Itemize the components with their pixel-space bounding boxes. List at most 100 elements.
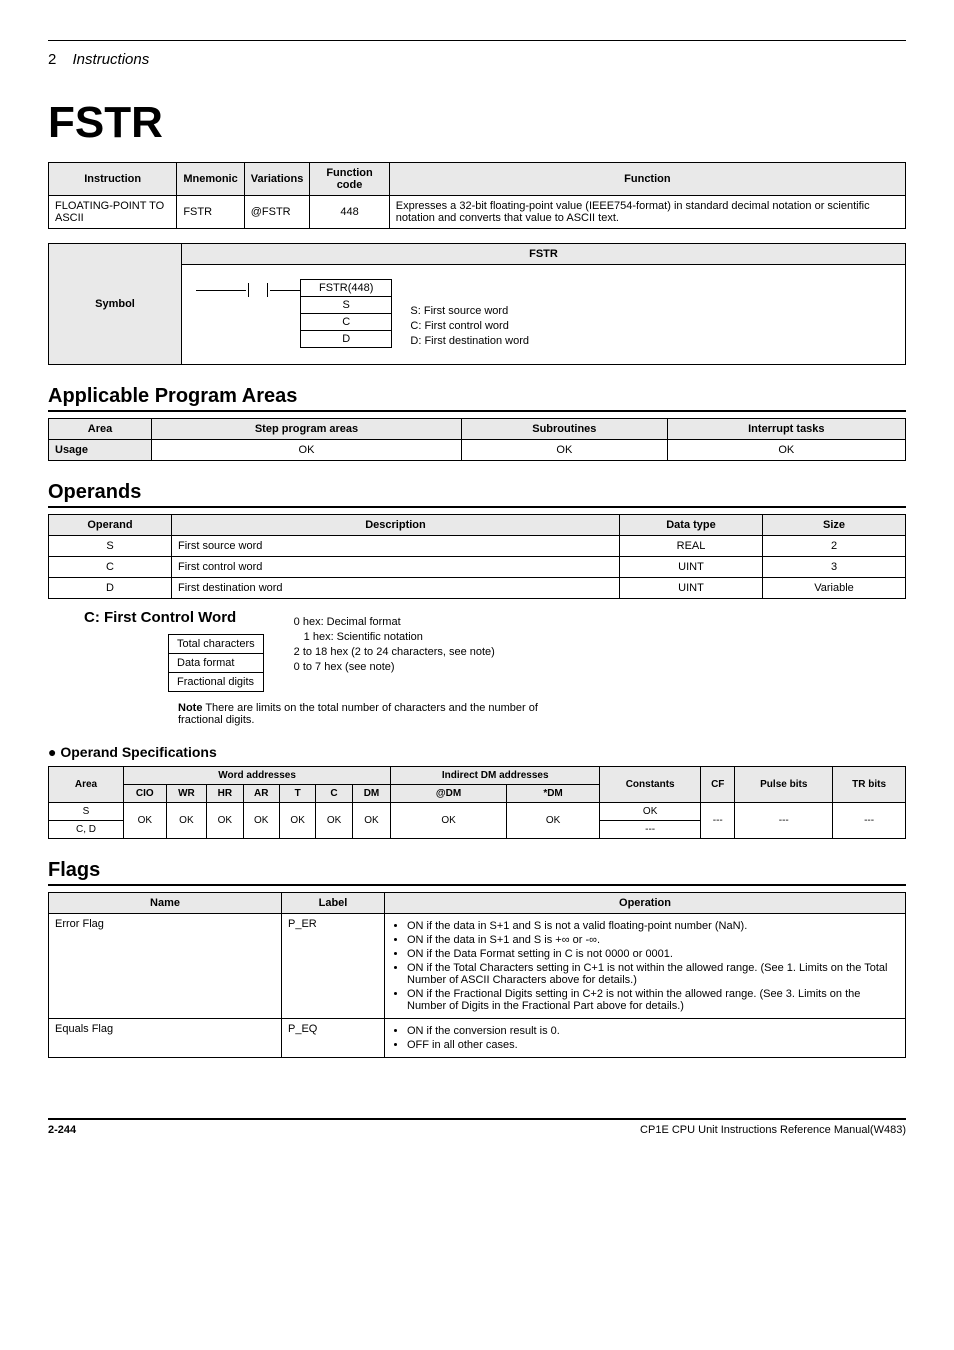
cell: OK (506, 803, 599, 839)
cell: --- (735, 803, 833, 839)
th-variations: Variations (244, 163, 310, 196)
ctrl-field: Fractional digits (169, 673, 263, 691)
cell: --- (701, 803, 735, 839)
cell: OK (207, 803, 243, 839)
table-row: S OK OK OK OK OK OK OK OK OK OK --- --- … (49, 803, 906, 821)
flag-ops: ON if the conversion result is 0. OFF in… (385, 1019, 906, 1058)
th-label: Label (282, 893, 385, 914)
cell: First source word (172, 536, 620, 557)
th-function: Function (389, 163, 905, 196)
ctrl-fields: Total characters Data format Fractional … (168, 634, 264, 692)
table-row: S First source word REAL 2 (49, 536, 906, 557)
section-flags: Flags (48, 859, 906, 886)
cell: C (49, 557, 172, 578)
th-function-code: Function code (310, 163, 389, 196)
table-row: C First control word UINT 3 (49, 557, 906, 578)
cell: UINT (620, 557, 763, 578)
chapter-title: Instructions (73, 51, 150, 68)
op-item: ON if the data in S+1 and S is not a val… (407, 920, 899, 932)
cell: OK (166, 803, 207, 839)
note-label: Note (178, 702, 202, 714)
table-row: FLOATING-POINT TO ASCII FSTR @FSTR 448 E… (49, 196, 906, 229)
flag-name: Error Flag (49, 914, 282, 1019)
cell: OK (279, 803, 315, 839)
cell: REAL (620, 536, 763, 557)
th-tr: TR bits (833, 767, 906, 803)
label-c: C: First control word (410, 320, 529, 332)
op-item: ON if the conversion result is 0. (407, 1025, 899, 1037)
cell: First control word (172, 557, 620, 578)
flag-ops: ON if the data in S+1 and S is not a val… (385, 914, 906, 1019)
ctrl-value: 0 hex: Decimal format (294, 616, 495, 628)
cell: OK (316, 803, 352, 839)
th-desc: Description (172, 515, 620, 536)
summary-table: Instruction Mnemonic Variations Function… (48, 162, 906, 229)
box-row: FSTR(448) (301, 280, 391, 296)
ctrl-value: 1 hex: Scientific notation (304, 631, 495, 643)
th-name: Name (49, 893, 282, 914)
operands-table: Operand Description Data type Size S Fir… (48, 514, 906, 599)
label-s: S: First source word (410, 305, 529, 317)
ctrl-field: Data format (169, 654, 263, 673)
th-sub: C (316, 785, 352, 803)
opspec-title: Operand Specifications (48, 744, 906, 760)
page-footer: 2-244 CP1E CPU Unit Instructions Referen… (48, 1118, 906, 1136)
op-item: ON if the Fractional Digits setting in C… (407, 988, 899, 1012)
th-sub: @DM (391, 785, 507, 803)
label-d: D: First destination word (410, 335, 529, 347)
ctrl-value: 2 to 18 hex (2 to 24 characters, see not… (294, 646, 495, 658)
chapter-number: 2 (48, 51, 56, 68)
box-row: D (301, 330, 391, 347)
cell: OK (352, 803, 390, 839)
flag-name: Equals Flag (49, 1019, 282, 1058)
section-operands: Operands (48, 481, 906, 508)
cell-function: Expresses a 32-bit floating-point value … (389, 196, 905, 229)
th-sub: WR (166, 785, 207, 803)
th-sub: HR (207, 785, 243, 803)
th-type: Data type (620, 515, 763, 536)
flags-table: Name Label Operation Error Flag P_ER ON … (48, 892, 906, 1058)
cell-code: 448 (310, 196, 389, 229)
op-item: ON if the data in S+1 and S is +∞ or -∞. (407, 934, 899, 946)
symbol-table: Symbol FSTR FSTR(448) S C D S: Fir (48, 243, 906, 365)
ctrl-value: 0 to 7 hex (see note) (294, 661, 495, 673)
th-operand: Operand (49, 515, 172, 536)
ctrl-note: Note There are limits on the total numbe… (178, 702, 558, 726)
th-size: Size (763, 515, 906, 536)
th-cf: CF (701, 767, 735, 803)
cell: OK (243, 803, 279, 839)
cell: OK (152, 440, 462, 461)
symbol-diagram: FSTR(448) S C D S: First source word C: … (182, 265, 906, 365)
cell-instruction: FLOATING-POINT TO ASCII (49, 196, 177, 229)
th-step: Step program areas (152, 419, 462, 440)
th-sub: Subroutines (462, 419, 668, 440)
table-row: Usage OK OK OK (49, 440, 906, 461)
cell: OK (462, 440, 668, 461)
cell: OK (600, 803, 701, 821)
cell: OK (391, 803, 507, 839)
note-text: There are limits on the total number of … (178, 702, 538, 726)
table-row: Error Flag P_ER ON if the data in S+1 an… (49, 914, 906, 1019)
cell-variations: @FSTR (244, 196, 310, 229)
th-pb: Pulse bits (735, 767, 833, 803)
cell: S (49, 803, 124, 821)
flag-label: P_ER (282, 914, 385, 1019)
cell: OK (124, 803, 167, 839)
cell: --- (833, 803, 906, 839)
symbol-title: FSTR (182, 244, 906, 265)
ctrl-field: Total characters (169, 635, 263, 654)
th-sub: AR (243, 785, 279, 803)
cell: OK (667, 440, 905, 461)
cell: D (49, 578, 172, 599)
ladder-box: FSTR(448) S C D (300, 279, 392, 348)
op-item: ON if the Total Characters setting in C+… (407, 962, 899, 986)
th-word: Word addresses (124, 767, 391, 785)
th-op: Operation (385, 893, 906, 914)
cell: C, D (49, 821, 124, 839)
th-int: Interrupt tasks (667, 419, 905, 440)
areas-table: Area Step program areas Subroutines Inte… (48, 418, 906, 461)
th-sub: DM (352, 785, 390, 803)
th-sub: *DM (506, 785, 599, 803)
page-title: FSTR (48, 98, 906, 148)
box-row: S (301, 296, 391, 313)
